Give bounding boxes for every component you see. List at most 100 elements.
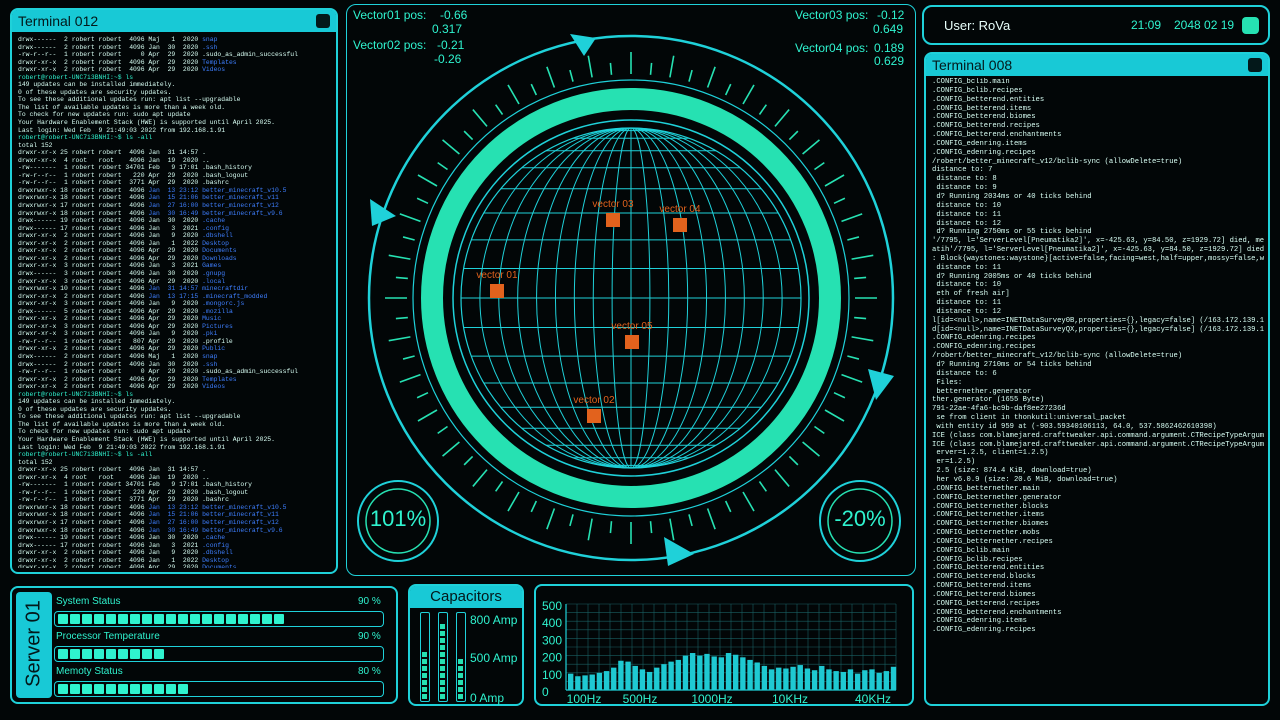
capacitor-cell <box>440 687 445 692</box>
spectrum-y-tick: 500 <box>542 599 562 613</box>
server-bar-segment <box>142 614 152 624</box>
terminal-008-line: .CONFIG_bclib.recipes <box>932 555 1023 564</box>
terminal-008-line: with entity id 959 at (-903.59340106113,… <box>932 422 1217 431</box>
spectrum-bar <box>833 671 839 690</box>
terminal-012-output[interactable]: drwx------ 2 robert robert 4096 Maj 1 20… <box>18 36 330 568</box>
radar-tick <box>851 254 874 260</box>
server-bar-segment <box>106 614 116 624</box>
terminal-008-line: .CONFIG_edenring.recipes <box>932 626 1036 635</box>
terminal-012-line: drwxr-xr-x 2 robert robert 4096 Apr 29 2… <box>18 564 237 568</box>
radar-tick <box>706 66 716 88</box>
globe-marker-label: vector 05 <box>611 321 653 332</box>
server-bar-segment <box>82 649 92 659</box>
terminal-012-line: -rw------- 1 robert robert 34701 Feb 9 1… <box>18 164 252 172</box>
terminal-012-line: -rw-r--r-- 1 robert robert 0 Apr 29 2020… <box>18 368 298 376</box>
capacitor-cell <box>440 659 445 664</box>
cap-label-low: 0 Amp <box>470 691 505 705</box>
terminal-008-line: /robert/better_minecraft_v12/bclib-sync … <box>932 352 1183 361</box>
radar-tick <box>395 276 408 280</box>
globe-marker[interactable] <box>673 218 687 232</box>
server-row-bar <box>54 611 384 627</box>
server-title: Server 01 <box>22 600 45 687</box>
radar-tick <box>788 455 799 466</box>
server-bar-segment <box>106 684 116 694</box>
globe-marker[interactable] <box>606 213 620 227</box>
terminal-012-line: drwxr-xr-x 2 robert robert 4096 Apr 29 2… <box>18 375 237 383</box>
capacitor-cell <box>440 673 445 678</box>
radar-tick <box>442 139 460 155</box>
radar-tick <box>416 197 429 205</box>
spectrum-bar <box>654 667 660 690</box>
globe-marker[interactable] <box>490 284 504 298</box>
capacitors-titlebar: Capacitors <box>410 586 522 608</box>
server-bar-segment <box>274 614 284 624</box>
terminal-008-output[interactable]: .CONFIG_bclib.main .CONFIG_bclib.recipes.… <box>932 78 1264 700</box>
terminal-008-line: 2.5 (size: 874.4 KiB, download=true) <box>932 467 1092 476</box>
terminal-008-line: d? Running 2034ms or 40 ticks behind <box>932 192 1092 201</box>
terminal-008-line: distance to: 10 <box>932 201 1002 210</box>
server-row-label: Processor Temperature <box>56 631 160 642</box>
terminal-012-line: 149 updates can be installed immediately… <box>18 81 176 89</box>
server-bar-segment <box>118 649 128 659</box>
radar-tick <box>402 355 415 360</box>
server-row-value: 90 % <box>358 596 381 607</box>
radar-tick <box>494 104 504 115</box>
spectrum-bar <box>711 656 717 690</box>
server-bar-segment <box>190 614 200 624</box>
capacitor-cell <box>458 659 463 664</box>
capacitor-cell <box>440 680 445 685</box>
terminal-008-line: erver=1.2.5, client=1.2.5) <box>932 449 1049 458</box>
terminal-012-line: -rw------- 1 robert robert 34701 Feb 9 1… <box>18 481 252 489</box>
terminal-008-line: .CONFIG_betterend.blocks <box>932 573 1036 582</box>
status-indicator[interactable] <box>1242 17 1259 34</box>
terminal-012-line: total 152 <box>18 458 53 466</box>
capacitor-cell <box>422 680 427 685</box>
capacitor-cell <box>440 624 445 629</box>
terminal-008-line: betternether.generator <box>932 387 1032 396</box>
terminal-008-title: Terminal 008 <box>932 57 1013 73</box>
server-bar-segment <box>226 614 236 624</box>
terminal-012-line: drwxr-xr-x 2 robert robert 4096 Apr 29 2… <box>18 247 237 255</box>
radar-tick <box>814 161 825 171</box>
server-row-label: System Status <box>56 596 121 607</box>
terminal-012-line: drwx------ 2 robert robert 4096 Maj 1 20… <box>18 36 218 43</box>
spectrum-bar <box>783 668 789 690</box>
spectrum-y-tick: 0 <box>542 685 549 699</box>
radar-tick <box>463 455 474 466</box>
terminal-008-line: atih'/7795, l='ServerLevel[Pneumatika2]'… <box>932 246 1264 255</box>
terminal-012-line: robert@robert-UNC7i3BNHI:~$ ls <box>18 73 134 81</box>
server-bar-segment <box>70 684 80 694</box>
capacitor-cell <box>458 687 463 692</box>
spectrum-bar <box>589 674 595 690</box>
terminal-008-line: distance to: 11 <box>932 299 1002 308</box>
spectrum-bar <box>697 655 703 690</box>
spectrum-bar <box>675 659 681 690</box>
terminal-012-line: To see these additional updates run: apt… <box>18 413 241 421</box>
terminal-008-line: distance to: 12 <box>932 219 1002 228</box>
terminal-008-window-button[interactable] <box>1248 58 1262 72</box>
terminal-012-line: drwxr-xr-x 2 robert robert 4096 Apr 29 2… <box>18 345 226 353</box>
capacitor-cell <box>440 666 445 671</box>
terminal-012-line: drwxr-xr-x 25 robert robert 4096 Jan 31 … <box>18 149 206 157</box>
radar-tick <box>802 441 820 457</box>
server-bar-segment <box>166 684 176 694</box>
server-title-tab: Server 01 <box>16 592 52 698</box>
terminal-012-line: drwx------ 19 robert robert 4096 Jan 30 … <box>18 534 226 542</box>
server-bar-segment <box>154 649 164 659</box>
spectrum-bar <box>575 676 581 690</box>
radar-tick <box>774 469 790 487</box>
spectrum-bar <box>869 669 875 690</box>
terminal-008-line: se from client in thonkutil:universal_pa… <box>932 414 1127 423</box>
globe-marker[interactable] <box>587 409 601 423</box>
terminal-012-window-button[interactable] <box>316 14 330 28</box>
spectrum-x-tick: 500Hz <box>623 692 658 704</box>
terminal-008-line: .CONFIG_betternether.generator <box>932 493 1062 502</box>
radar-tick <box>688 514 693 527</box>
spectrum-bar <box>733 654 739 690</box>
globe-marker[interactable] <box>625 335 639 349</box>
terminal-012-line: drwxrwxr-x 18 robert robert 4096 Jan 13 … <box>18 186 287 194</box>
capacitor-cell <box>422 673 427 678</box>
spectrum-y-tick: 400 <box>542 616 562 630</box>
spectrum-bar <box>754 662 760 690</box>
server-bar-segment <box>130 614 140 624</box>
